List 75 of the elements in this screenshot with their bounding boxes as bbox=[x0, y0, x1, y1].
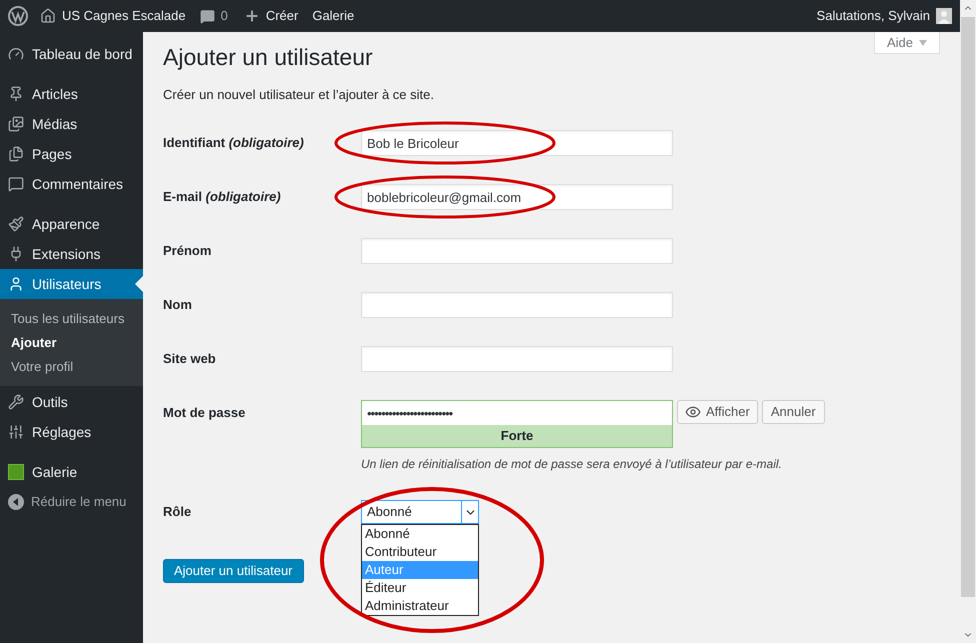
gallery-link[interactable]: Galerie bbox=[312, 6, 354, 26]
page-title: Ajouter un utilisateur bbox=[163, 43, 373, 72]
logo-icon bbox=[8, 6, 28, 26]
gallery-square-icon bbox=[8, 464, 24, 480]
cancel-button[interactable]: Annuler bbox=[762, 400, 825, 424]
sidebar-item[interactable]: Apparence bbox=[0, 209, 143, 239]
plus-icon[interactable] bbox=[244, 8, 260, 24]
pages-icon bbox=[8, 146, 24, 162]
pin-icon bbox=[8, 86, 24, 102]
brush-icon bbox=[8, 216, 24, 232]
field-label: Site web bbox=[163, 350, 217, 368]
sidebar-item-label: Réglages bbox=[32, 422, 92, 442]
eye-icon bbox=[685, 404, 701, 420]
text-field[interactable]: Bob le Bricoleur bbox=[361, 130, 673, 156]
sidebar-item[interactable]: Galerie bbox=[0, 457, 143, 487]
sidebar-item[interactable]: Médias bbox=[0, 109, 143, 139]
sidebar-item-label: Médias bbox=[32, 114, 78, 134]
images-icon bbox=[8, 116, 24, 132]
site-name-link[interactable]: US Cagnes Escalade bbox=[62, 6, 186, 26]
sliders-icon bbox=[8, 424, 24, 440]
sidebar-item-label: Tableau de bord bbox=[32, 44, 132, 64]
sidebar-item[interactable]: Réglages bbox=[0, 417, 143, 447]
sidebar-item-label: Apparence bbox=[32, 214, 100, 234]
submenu-item[interactable]: Votre profil bbox=[0, 355, 143, 379]
sidebar-item[interactable]: Articles bbox=[0, 79, 143, 109]
page-description: Créer un nouvel utilisateur et l’ajouter à ce site. bbox=[163, 86, 435, 104]
sidebar-item-label: Outils bbox=[32, 392, 68, 412]
add-user-button[interactable]: Ajouter un utilisateur bbox=[163, 559, 304, 583]
sidebar-item-label: Utilisateurs bbox=[32, 274, 102, 294]
sidebar-item[interactable]: Utilisateurs bbox=[0, 269, 143, 299]
help-tab[interactable]: Aide bbox=[874, 32, 940, 54]
submenu-item[interactable]: Ajouter bbox=[0, 331, 143, 355]
greeting-link[interactable]: Salutations, Sylvain bbox=[816, 6, 930, 26]
collapse-icon bbox=[8, 494, 24, 510]
field-label: E-mail (obligatoire) bbox=[163, 188, 282, 206]
sidebar-item[interactable]: Commentaires bbox=[0, 169, 143, 199]
field-label: Identifiant (obligatoire) bbox=[163, 134, 305, 152]
role-select[interactable]: Abonné bbox=[361, 500, 479, 524]
comment-count: 0 bbox=[220, 7, 228, 26]
field-label: Nom bbox=[163, 296, 193, 314]
text-field[interactable] bbox=[361, 346, 673, 372]
scrollbar-thumb[interactable] bbox=[961, 17, 975, 597]
sidebar-item[interactable]: Pages bbox=[0, 139, 143, 169]
password-field[interactable]: •••••••••••••••••••••••• bbox=[362, 401, 672, 425]
home-icon[interactable] bbox=[40, 8, 56, 24]
collapse-menu-button[interactable]: Réduire le menu bbox=[0, 487, 143, 517]
role-option[interactable]: Éditeur bbox=[362, 579, 478, 597]
sidebar-item[interactable]: Extensions bbox=[0, 239, 143, 269]
caret-icon bbox=[919, 40, 928, 46]
sidebar-item-label: Extensions bbox=[32, 244, 100, 264]
role-option[interactable]: Abonné bbox=[362, 525, 478, 543]
role-option[interactable]: Contributeur bbox=[362, 543, 478, 561]
show-password-button[interactable]: Afficher bbox=[677, 400, 758, 424]
submenu-item[interactable]: Tous les utilisateurs bbox=[0, 307, 143, 331]
password-hint: Un lien de réinitialisation de mot de passe sera envoyé à l’utilisateur par e-mail. bbox=[361, 456, 783, 472]
field-label: Rôle bbox=[163, 503, 192, 522]
sidebar-item[interactable]: Tableau de bord bbox=[0, 39, 143, 69]
text-field[interactable]: boblebricoleur@gmail.com bbox=[361, 184, 673, 210]
field-label: Prénom bbox=[163, 242, 212, 260]
sidebar-item[interactable]: Outils bbox=[0, 387, 143, 417]
role-option[interactable]: Administrateur bbox=[362, 597, 478, 615]
user-icon bbox=[8, 276, 24, 292]
password-strength: Forte bbox=[362, 425, 672, 447]
comment-icon[interactable] bbox=[200, 8, 215, 24]
text-field[interactable] bbox=[361, 238, 673, 264]
sidebar-item-label: Galerie bbox=[32, 462, 78, 482]
text-field[interactable] bbox=[361, 292, 673, 318]
sidebar-item-label: Pages bbox=[32, 144, 72, 164]
new-link[interactable]: Créer bbox=[266, 6, 298, 26]
field-label: Mot de passe bbox=[163, 404, 246, 422]
wrench-icon bbox=[8, 394, 24, 410]
sidebar-item-label: Commentaires bbox=[32, 174, 124, 194]
comment-icon bbox=[8, 176, 24, 192]
sidebar-item-label: Articles bbox=[32, 84, 78, 104]
gauge-icon bbox=[8, 46, 24, 62]
